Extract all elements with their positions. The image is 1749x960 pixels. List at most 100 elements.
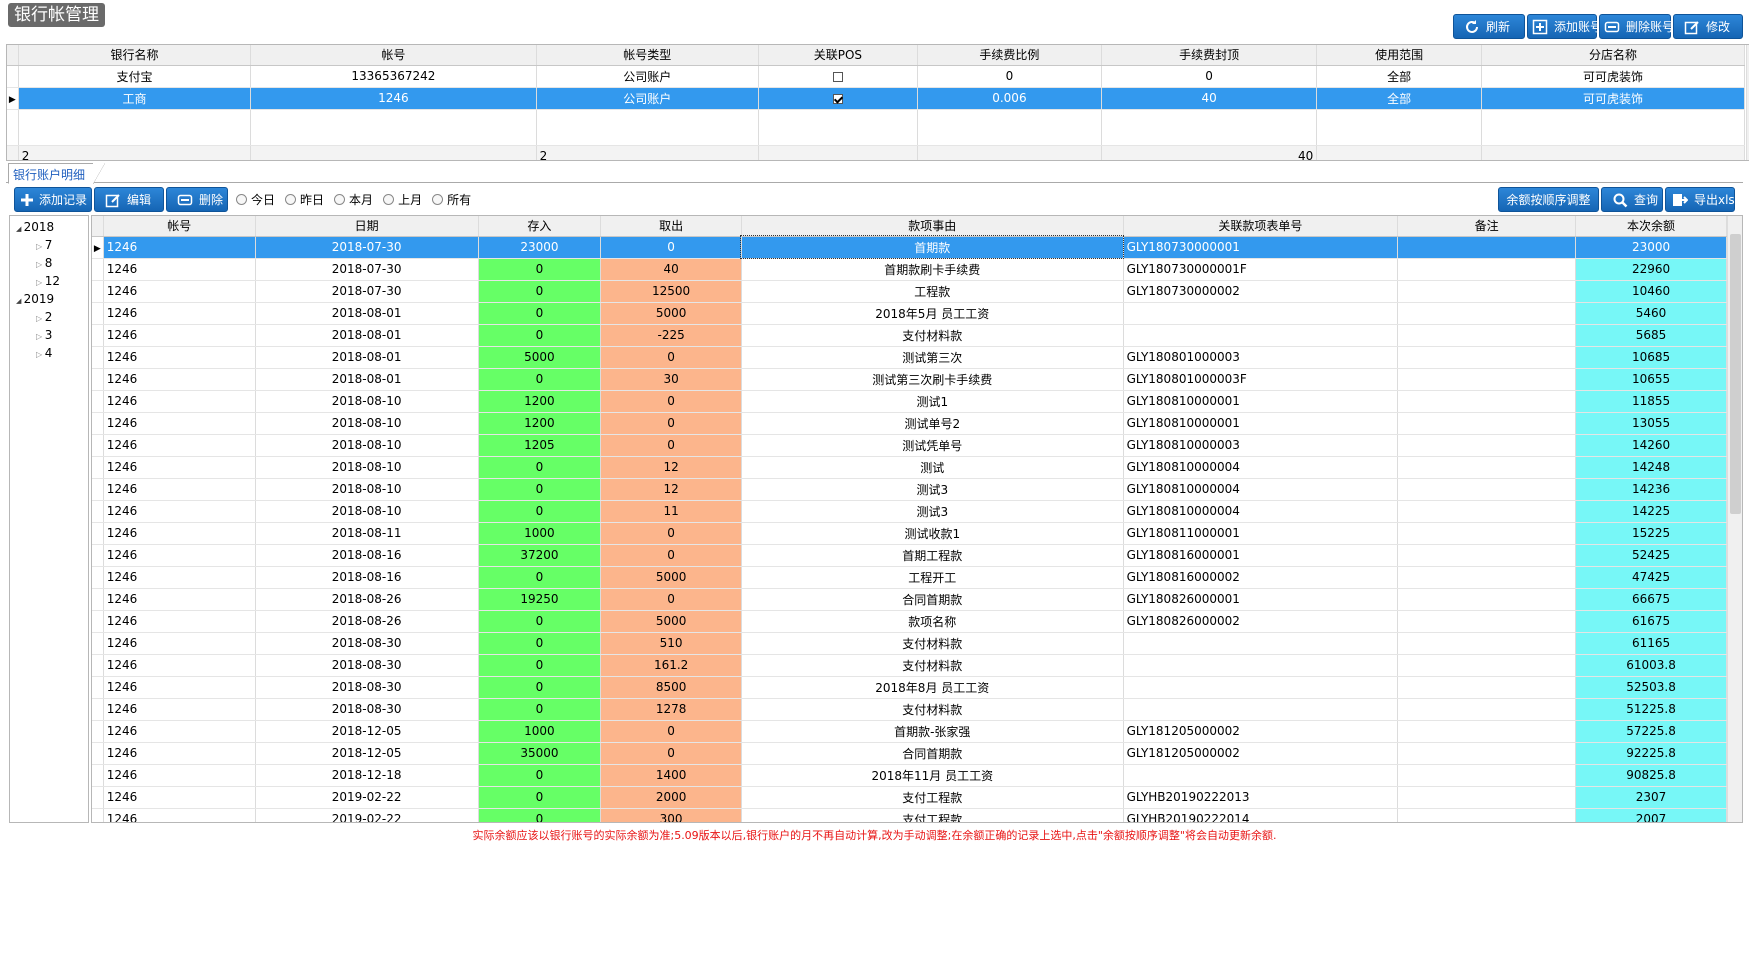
ledger-cell-reason[interactable]: 支付工程款 bbox=[741, 786, 1124, 809]
ledger-cell-form-no[interactable]: GLYHB20190222013 bbox=[1123, 786, 1399, 809]
ledger-cell-form-no[interactable]: GLY180816000001 bbox=[1123, 544, 1399, 567]
pos-checkbox[interactable] bbox=[832, 93, 843, 104]
column-header[interactable]: 存入 bbox=[478, 216, 602, 237]
ledger-cell-balance[interactable]: 11855 bbox=[1575, 390, 1727, 413]
account-cell-account[interactable]: 13365367242 bbox=[250, 65, 537, 88]
ledger-cell-withdraw[interactable]: 300 bbox=[600, 808, 742, 822]
ledger-cell-balance[interactable]: 2007 bbox=[1575, 808, 1727, 822]
ledger-row[interactable]: 1246 2018-08-30 0 1278 支付材料款 51225.8 bbox=[92, 698, 1727, 721]
pos-checkbox[interactable] bbox=[832, 71, 843, 82]
ledger-row[interactable]: 1246 2018-08-10 0 12 测试3 GLY180810000004 14236 bbox=[92, 478, 1727, 501]
date-filter-radio[interactable]: 上月 bbox=[383, 191, 422, 208]
ledger-row[interactable]: 1246 2018-08-10 0 11 测试3 GLY180810000004 14225 bbox=[92, 500, 1727, 523]
ledger-cell-form-no[interactable] bbox=[1123, 698, 1399, 721]
ledger-cell-deposit[interactable]: 0 bbox=[478, 478, 602, 501]
ledger-cell-balance[interactable]: 14248 bbox=[1575, 456, 1727, 479]
ledger-cell-form-no[interactable]: GLY180810000001 bbox=[1123, 390, 1399, 413]
collapse-arrow-icon[interactable]: ▷ bbox=[36, 278, 45, 287]
ledger-cell-reason[interactable]: 支付工程款 bbox=[741, 808, 1124, 822]
ledger-cell-reason[interactable]: 支付材料款 bbox=[741, 324, 1124, 347]
ledger-cell-balance[interactable]: 90825.8 bbox=[1575, 764, 1727, 787]
ledger-cell-date[interactable]: 2018-12-05 bbox=[255, 742, 479, 765]
ledger-cell-remark[interactable] bbox=[1397, 236, 1577, 259]
ledger-cell-withdraw[interactable]: 0 bbox=[600, 588, 742, 611]
ledger-cell-withdraw[interactable]: 0 bbox=[600, 742, 742, 765]
ledger-cell-deposit[interactable]: 0 bbox=[478, 258, 602, 281]
account-row[interactable]: 支付宝 13365367242 公司账户 0 0 全部 可可虎装饰 bbox=[7, 65, 1745, 88]
ledger-cell-reason[interactable]: 首期款刷卡手续费 bbox=[741, 258, 1124, 281]
ledger-cell-account[interactable]: 1246 bbox=[103, 346, 256, 369]
ledger-cell-deposit[interactable]: 1200 bbox=[478, 390, 602, 413]
ledger-cell-balance[interactable]: 14225 bbox=[1575, 500, 1727, 523]
ledger-cell-remark[interactable] bbox=[1397, 258, 1577, 281]
account-cell-scope[interactable]: 全部 bbox=[1316, 65, 1483, 88]
ledger-cell-reason[interactable]: 测试 bbox=[741, 456, 1124, 479]
ledger-cell-balance[interactable]: 52503.8 bbox=[1575, 676, 1727, 699]
column-header[interactable]: 分店名称 bbox=[1481, 45, 1745, 66]
ledger-cell-account[interactable]: 1246 bbox=[103, 632, 256, 655]
ledger-cell-remark[interactable] bbox=[1397, 610, 1577, 633]
ledger-row[interactable]: 1246 2018-08-26 0 5000 款项名称 GLY180826000002 61… bbox=[92, 610, 1727, 633]
column-header[interactable]: 手续费比例 bbox=[917, 45, 1102, 66]
ledger-cell-balance[interactable]: 52425 bbox=[1575, 544, 1727, 567]
ledger-cell-withdraw[interactable]: 2000 bbox=[600, 786, 742, 809]
collapse-arrow-icon[interactable]: ▷ bbox=[36, 314, 45, 323]
ledger-scrollbar[interactable] bbox=[1727, 216, 1742, 822]
column-header[interactable]: 关联POS bbox=[758, 45, 918, 66]
ledger-cell-withdraw[interactable]: 8500 bbox=[600, 676, 742, 699]
ledger-cell-balance[interactable]: 61165 bbox=[1575, 632, 1727, 655]
ledger-cell-form-no[interactable]: GLY180810000004 bbox=[1123, 456, 1399, 479]
ledger-cell-form-no[interactable]: GLY180810000004 bbox=[1123, 478, 1399, 501]
ledger-cell-reason[interactable]: 2018年8月 员工工资 bbox=[741, 676, 1124, 699]
ledger-cell-deposit[interactable]: 0 bbox=[478, 698, 602, 721]
ledger-cell-remark[interactable] bbox=[1397, 324, 1577, 347]
ledger-cell-date[interactable]: 2018-08-16 bbox=[255, 566, 479, 589]
ledger-cell-balance[interactable]: 47425 bbox=[1575, 566, 1727, 589]
ledger-cell-form-no[interactable] bbox=[1123, 302, 1399, 325]
ledger-cell-account[interactable]: 1246 bbox=[103, 808, 256, 822]
ledger-cell-date[interactable]: 2018-08-01 bbox=[255, 324, 479, 347]
ledger-cell-account[interactable]: 1246 bbox=[103, 676, 256, 699]
ledger-cell-remark[interactable] bbox=[1397, 654, 1577, 677]
ledger-cell-remark[interactable] bbox=[1397, 544, 1577, 567]
ledger-cell-date[interactable]: 2018-07-30 bbox=[255, 236, 479, 259]
edit-record-button[interactable]: 编辑 bbox=[94, 187, 165, 212]
date-filter-radio[interactable]: 昨日 bbox=[285, 191, 324, 208]
ledger-cell-withdraw[interactable]: 1400 bbox=[600, 764, 742, 787]
account-cell-cap[interactable]: 0 bbox=[1101, 65, 1318, 88]
ledger-cell-remark[interactable] bbox=[1397, 522, 1577, 545]
ledger-row[interactable]: 1246 2018-08-30 0 8500 2018年8月 员工工资 52503.8 bbox=[92, 676, 1727, 699]
ledger-cell-date[interactable]: 2018-08-30 bbox=[255, 698, 479, 721]
ledger-cell-date[interactable]: 2018-08-10 bbox=[255, 456, 479, 479]
ledger-cell-remark[interactable] bbox=[1397, 280, 1577, 303]
ledger-cell-withdraw[interactable]: 0 bbox=[600, 434, 742, 457]
ledger-row[interactable]: 1246 2018-08-01 5000 0 测试第三次 GLY180801000003 1… bbox=[92, 346, 1727, 369]
ledger-cell-account[interactable]: 1246 bbox=[103, 742, 256, 765]
ledger-cell-deposit[interactable]: 0 bbox=[478, 808, 602, 822]
column-header[interactable]: 帐号 bbox=[250, 45, 537, 66]
ledger-cell-deposit[interactable]: 19250 bbox=[478, 588, 602, 611]
ledger-cell-date[interactable]: 2018-08-30 bbox=[255, 632, 479, 655]
ledger-cell-form-no[interactable]: GLY180801000003 bbox=[1123, 346, 1399, 369]
tree-node-month[interactable]: ▷ 4 bbox=[36, 345, 52, 361]
tree-node-month[interactable]: ▷ 2 bbox=[36, 309, 52, 325]
account-cell-rate[interactable]: 0.006 bbox=[917, 87, 1102, 110]
ledger-cell-date[interactable]: 2018-08-26 bbox=[255, 610, 479, 633]
ledger-row[interactable]: 1246 2018-12-05 35000 0 合同首期款 GLY181205000002… bbox=[92, 742, 1727, 765]
ledger-cell-account[interactable]: 1246 bbox=[103, 368, 256, 391]
ledger-cell-account[interactable]: 1246 bbox=[103, 324, 256, 347]
tree-node-year[interactable]: ◢ 2019 bbox=[16, 291, 54, 307]
ledger-cell-withdraw[interactable]: 5000 bbox=[600, 566, 742, 589]
ledger-cell-account[interactable]: 1246 bbox=[103, 478, 256, 501]
tree-node-month[interactable]: ▷ 8 bbox=[36, 255, 52, 271]
ledger-cell-account[interactable]: 1246 bbox=[103, 236, 256, 259]
ledger-cell-withdraw[interactable]: 0 bbox=[600, 412, 742, 435]
edit-account-button[interactable]: 修改 bbox=[1673, 14, 1743, 39]
ledger-cell-remark[interactable] bbox=[1397, 676, 1577, 699]
collapse-arrow-icon[interactable]: ▷ bbox=[36, 350, 45, 359]
ledger-cell-form-no[interactable]: GLY180730000001 bbox=[1123, 236, 1399, 259]
ledger-cell-date[interactable]: 2018-08-10 bbox=[255, 390, 479, 413]
ledger-cell-reason[interactable]: 支付材料款 bbox=[741, 632, 1124, 655]
ledger-cell-reason[interactable]: 测试3 bbox=[741, 478, 1124, 501]
ledger-cell-account[interactable]: 1246 bbox=[103, 434, 256, 457]
